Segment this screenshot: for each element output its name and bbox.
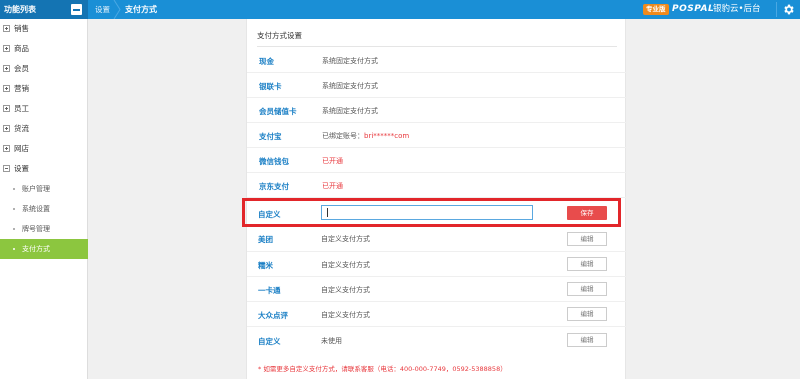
sidebar-subitem-account[interactable]: 账户管理 [0,179,88,199]
sidebar-item-label: 商品 [14,44,29,53]
bound-account-label: 已绑定账号： [322,132,364,140]
topbar-divider [776,2,777,17]
sidebar-item-label: 营销 [14,84,29,93]
edit-button[interactable]: 编辑 [567,257,607,271]
sidebar-item-label: 销售 [14,24,29,33]
payment-name: 京东支付 [259,182,289,191]
expand-icon [3,45,10,52]
row-divider [247,122,627,123]
sidebar-item-label: 员工 [14,104,29,113]
sidebar: 销售 商品 会员 营销 员工 货流 网店 设置 账户管理 系统设置 牌号管理 支… [0,19,88,379]
title-divider [257,46,617,47]
payment-desc: 自定义支付方式 [321,261,370,269]
row-divider [247,97,627,98]
expand-icon [3,85,10,92]
row-divider [247,72,627,73]
expand-icon [3,25,10,32]
bound-account-value: bri******com [364,132,410,140]
payment-name: 会员储值卡 [259,107,297,116]
payment-desc: 自定义支付方式 [321,286,370,294]
highlight-box [242,198,621,227]
expand-icon [3,105,10,112]
row-divider [247,301,627,302]
row-divider [247,276,627,277]
menu-title-label: 功能列表 [4,5,36,14]
payment-status: 已开通 [322,182,343,190]
sidebar-item-settings[interactable]: 设置 [0,159,88,179]
breadcrumb-current: 支付方式 [125,5,157,14]
breadcrumb-separator-icon [113,0,121,19]
payment-name: 一卡通 [258,286,281,295]
payment-desc: 系统固定支付方式 [322,57,378,65]
row-divider [247,326,627,327]
expand-icon [3,65,10,72]
collapse-menu-icon[interactable] [71,4,82,15]
sidebar-subitem-system-settings[interactable]: 系统设置 [0,199,88,219]
breadcrumb-settings[interactable]: 设置 [95,0,110,19]
payment-name: 美团 [258,235,273,244]
sidebar-subitem-tag-management[interactable]: 牌号管理 [0,219,88,239]
edit-button[interactable]: 编辑 [567,232,607,246]
payment-name: 自定义 [258,337,281,346]
top-bar: 功能列表 设置 支付方式 专业版 POSPAL 银豹云•后台 [0,0,800,19]
expand-icon [3,125,10,132]
sidebar-item-logistics[interactable]: 货流 [0,119,88,139]
payment-desc: 系统固定支付方式 [322,107,378,115]
payment-desc: 自定义支付方式 [321,311,370,319]
row-divider [247,172,627,173]
sidebar-item-marketing[interactable]: 营销 [0,79,88,99]
expand-icon [3,145,10,152]
sidebar-item-staff[interactable]: 员工 [0,99,88,119]
payment-desc: 未使用 [321,337,342,345]
sidebar-item-label: 网店 [14,144,29,153]
payment-status: 已开通 [322,157,343,165]
sidebar-item-sales[interactable]: 销售 [0,19,88,39]
payment-desc: 系统固定支付方式 [322,82,378,90]
payment-name: 微信钱包 [259,157,289,166]
payment-name: 现金 [259,57,274,66]
edit-button[interactable]: 编辑 [567,307,607,321]
product-name: 银豹云•后台 [713,4,761,14]
payment-desc: 自定义支付方式 [321,235,370,243]
pospal-logo: POSPAL [672,4,715,14]
edit-button[interactable]: 编辑 [567,333,607,347]
collapse-icon [3,165,10,172]
sidebar-item-online-store[interactable]: 网店 [0,139,88,159]
payment-desc: 已绑定账号：bri******com [322,131,409,141]
sidebar-item-members[interactable]: 会员 [0,59,88,79]
sidebar-item-products[interactable]: 商品 [0,39,88,59]
sidebar-item-label: 设置 [14,164,29,173]
payment-name: 银联卡 [259,82,282,91]
panel-title: 支付方式设置 [257,31,302,40]
payment-name: 糯米 [258,261,273,270]
payment-name: 支付宝 [259,132,282,141]
payment-name: 大众点评 [258,311,288,320]
edit-button[interactable]: 编辑 [567,282,607,296]
sidebar-item-label: 会员 [14,64,29,73]
gear-icon[interactable] [782,3,795,16]
contact-footnote: * 如需更多自定义支付方式，请联系客服（电话：400-000-7749，0592… [258,365,507,373]
sidebar-subitem-payment-methods[interactable]: 支付方式 [0,239,88,259]
row-divider [247,147,627,148]
row-divider [247,251,627,252]
pro-edition-badge: 专业版 [643,4,669,15]
sidebar-item-label: 货流 [14,124,29,133]
